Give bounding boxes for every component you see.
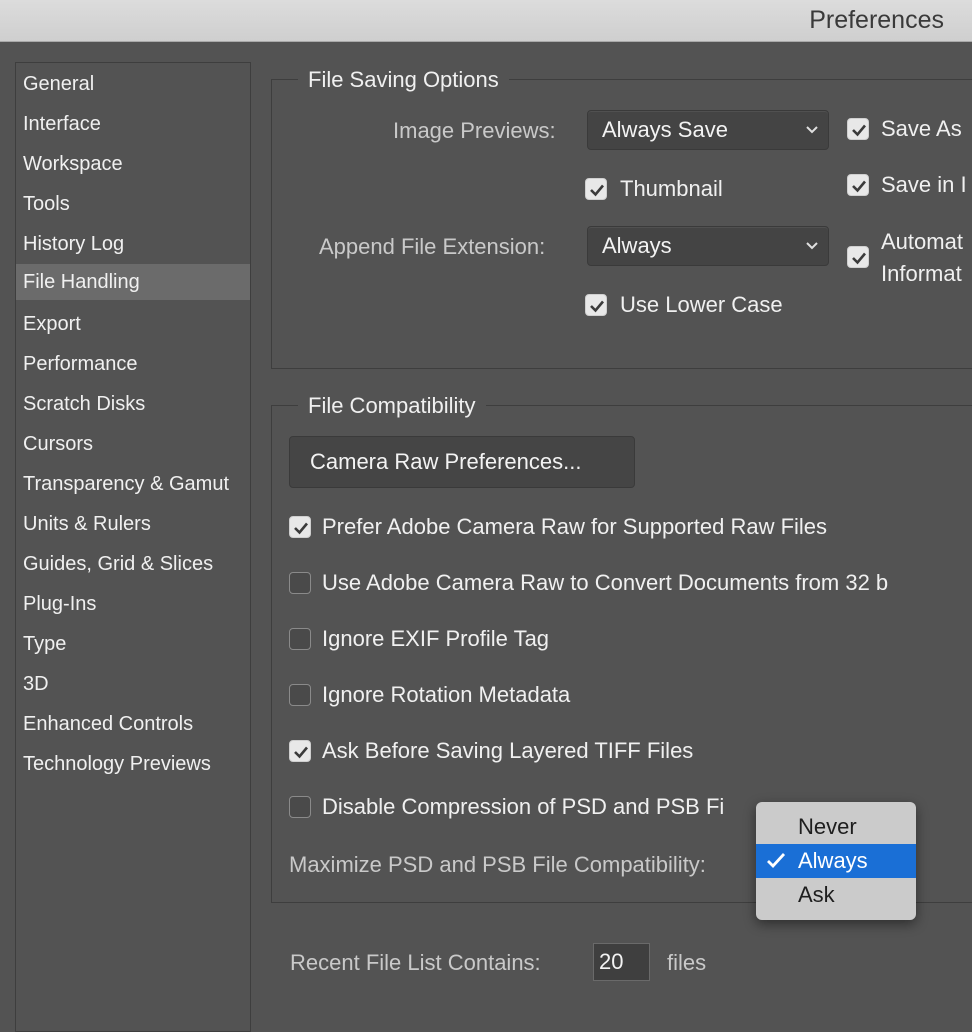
disable-compression-label: Disable Compression of PSD and PSB Fi	[322, 794, 725, 819]
sidebar-item-tools[interactable]: Tools	[16, 186, 250, 222]
sidebar-item-file-handling[interactable]: File Handling	[16, 264, 250, 300]
sidebar-item-export[interactable]: Export	[16, 306, 250, 342]
save-in-checkbox[interactable]	[847, 174, 869, 196]
ignore-exif-label: Ignore EXIF Profile Tag	[322, 626, 550, 651]
append-extension-value: Always	[602, 233, 672, 258]
thumbnail-checkbox[interactable]	[585, 178, 607, 200]
sidebar-item-history-log[interactable]: History Log	[16, 226, 250, 262]
automatic-checkbox[interactable]	[847, 246, 869, 268]
checkmark-icon	[294, 746, 308, 759]
sidebar-item-guides-grid-slices[interactable]: Guides, Grid & Slices	[16, 546, 250, 582]
use-camera-raw-convert-label: Use Adobe Camera Raw to Convert Document…	[322, 570, 889, 595]
camera-raw-preferences-button[interactable]: Camera Raw Preferences...	[289, 436, 635, 488]
sidebar-item-units-rulers[interactable]: Units & Rulers	[16, 506, 250, 542]
chevron-down-icon	[806, 126, 818, 134]
sidebar-item-transparency-gamut[interactable]: Transparency & Gamut	[16, 466, 250, 502]
sidebar-item-general[interactable]: General	[16, 66, 250, 102]
sidebar-item-workspace[interactable]: Workspace	[16, 146, 250, 182]
sidebar-item-performance[interactable]: Performance	[16, 346, 250, 382]
checkmark-icon	[852, 180, 866, 193]
ignore-rotation-label: Ignore Rotation Metadata	[322, 682, 571, 707]
file-saving-options-title: File Saving Options	[298, 66, 509, 94]
checkmark-icon	[590, 300, 604, 313]
ask-before-tiff-checkbox[interactable]	[289, 740, 311, 762]
sidebar-item-3d[interactable]: 3D	[16, 666, 250, 702]
thumbnail-label: Thumbnail	[620, 176, 723, 201]
sidebar-item-technology-previews[interactable]: Technology Previews	[16, 746, 250, 782]
automatic-label-line2: Informat	[881, 261, 962, 286]
menu-option-always[interactable]: Always	[756, 844, 916, 878]
recent-file-suffix: files	[667, 950, 707, 975]
window-title: Preferences	[809, 6, 944, 34]
append-extension-select[interactable]: Always	[587, 226, 829, 266]
recent-file-count-input[interactable]: 20	[593, 943, 650, 981]
save-as-label: Save As	[881, 116, 962, 141]
menu-option-ask[interactable]: Ask	[756, 878, 916, 912]
ignore-rotation-checkbox[interactable]	[289, 684, 311, 706]
use-camera-raw-convert-checkbox[interactable]	[289, 572, 311, 594]
checkmark-icon	[852, 252, 866, 265]
checkmark-icon	[767, 853, 786, 869]
preferences-sidebar: General Interface Workspace Tools Histor…	[15, 62, 251, 1032]
sidebar-item-plug-ins[interactable]: Plug-Ins	[16, 586, 250, 622]
automatic-label-line1: Automat	[881, 229, 963, 254]
maximize-compatibility-menu: Never Always Ask	[756, 802, 916, 920]
chevron-down-icon	[806, 242, 818, 250]
checkmark-icon	[590, 184, 604, 197]
ignore-exif-checkbox[interactable]	[289, 628, 311, 650]
image-previews-label: Image Previews:	[393, 118, 556, 143]
disable-compression-checkbox[interactable]	[289, 796, 311, 818]
sidebar-item-enhanced-controls[interactable]: Enhanced Controls	[16, 706, 250, 742]
file-compatibility-title: File Compatibility	[298, 392, 486, 420]
title-bar: Preferences	[0, 0, 972, 42]
checkmark-icon	[852, 124, 866, 137]
image-previews-value: Always Save	[602, 117, 728, 142]
menu-option-never[interactable]: Never	[756, 810, 916, 844]
recent-file-list-label: Recent File List Contains:	[290, 950, 541, 975]
append-extension-label: Append File Extension:	[319, 234, 546, 259]
sidebar-item-interface[interactable]: Interface	[16, 106, 250, 142]
image-previews-select[interactable]: Always Save	[587, 110, 829, 150]
sidebar-item-type[interactable]: Type	[16, 626, 250, 662]
sidebar-item-scratch-disks[interactable]: Scratch Disks	[16, 386, 250, 422]
sidebar-item-cursors[interactable]: Cursors	[16, 426, 250, 462]
prefer-camera-raw-label: Prefer Adobe Camera Raw for Supported Ra…	[322, 514, 828, 539]
ask-before-tiff-label: Ask Before Saving Layered TIFF Files	[322, 738, 694, 763]
save-in-label: Save in I	[881, 172, 967, 197]
use-lower-case-checkbox[interactable]	[585, 294, 607, 316]
use-lower-case-label: Use Lower Case	[620, 292, 783, 317]
menu-option-always-label: Always	[798, 848, 868, 873]
checkmark-icon	[294, 522, 308, 535]
prefer-camera-raw-checkbox[interactable]	[289, 516, 311, 538]
save-as-checkbox[interactable]	[847, 118, 869, 140]
maximize-compatibility-label: Maximize PSD and PSB File Compatibility:	[289, 852, 706, 877]
